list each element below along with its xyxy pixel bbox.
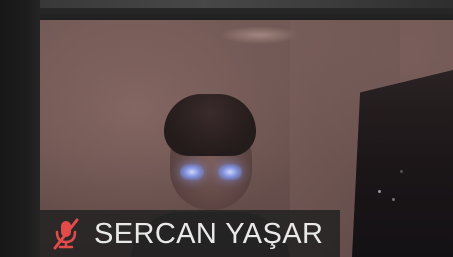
microphone-muted-icon xyxy=(48,216,84,252)
participant-name-tag: SERCAN YAŞAR xyxy=(40,210,340,257)
adjacent-video-tile-edge xyxy=(38,0,453,8)
top-video-strip xyxy=(0,0,453,20)
video-call-view: SERCAN YAŞAR xyxy=(0,0,453,257)
video-doorway xyxy=(352,70,453,257)
video-lights xyxy=(378,190,381,193)
participant-glasses xyxy=(180,164,244,182)
participant-name: SERCAN YAŞAR xyxy=(94,217,324,250)
glasses-lens-right xyxy=(218,164,242,180)
left-panel-edge xyxy=(0,0,40,257)
ceiling-light xyxy=(220,26,300,44)
glasses-lens-left xyxy=(180,164,204,180)
participant-hair xyxy=(164,94,256,156)
